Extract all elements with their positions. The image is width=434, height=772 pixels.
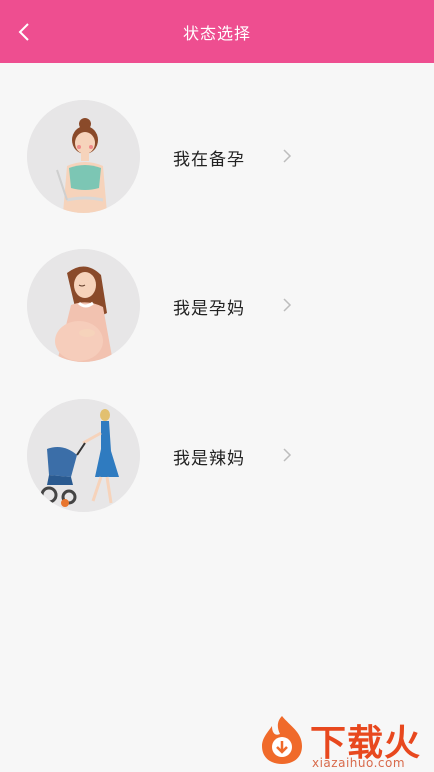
option-preparing-pregnancy[interactable]: 我在备孕 bbox=[0, 100, 434, 220]
option-pregnant-mom[interactable]: 我是孕妈 bbox=[0, 249, 434, 369]
watermark-url: xiazaihuo.com bbox=[312, 756, 406, 770]
flame-logo-icon bbox=[262, 716, 302, 764]
option-label: 我是孕妈 bbox=[173, 299, 245, 319]
option-label: 我在备孕 bbox=[173, 150, 245, 170]
chevron-right-icon bbox=[283, 298, 292, 312]
chevron-right-icon bbox=[283, 448, 292, 462]
mother-with-stroller-illustration bbox=[27, 399, 140, 512]
option-label: 我是辣妈 bbox=[173, 449, 245, 469]
woman-fitness-illustration bbox=[27, 100, 140, 213]
chevron-left-icon bbox=[18, 23, 29, 41]
app-header: 状态选择 bbox=[0, 0, 434, 63]
chevron-right-icon bbox=[283, 149, 292, 163]
back-button[interactable] bbox=[8, 16, 40, 48]
option-hot-mom[interactable]: 我是辣妈 bbox=[0, 399, 434, 519]
pregnant-woman-illustration bbox=[27, 249, 140, 362]
watermark: 下载火 xiazaihuo.com bbox=[252, 712, 434, 772]
page-title: 状态选择 bbox=[182, 23, 251, 43]
